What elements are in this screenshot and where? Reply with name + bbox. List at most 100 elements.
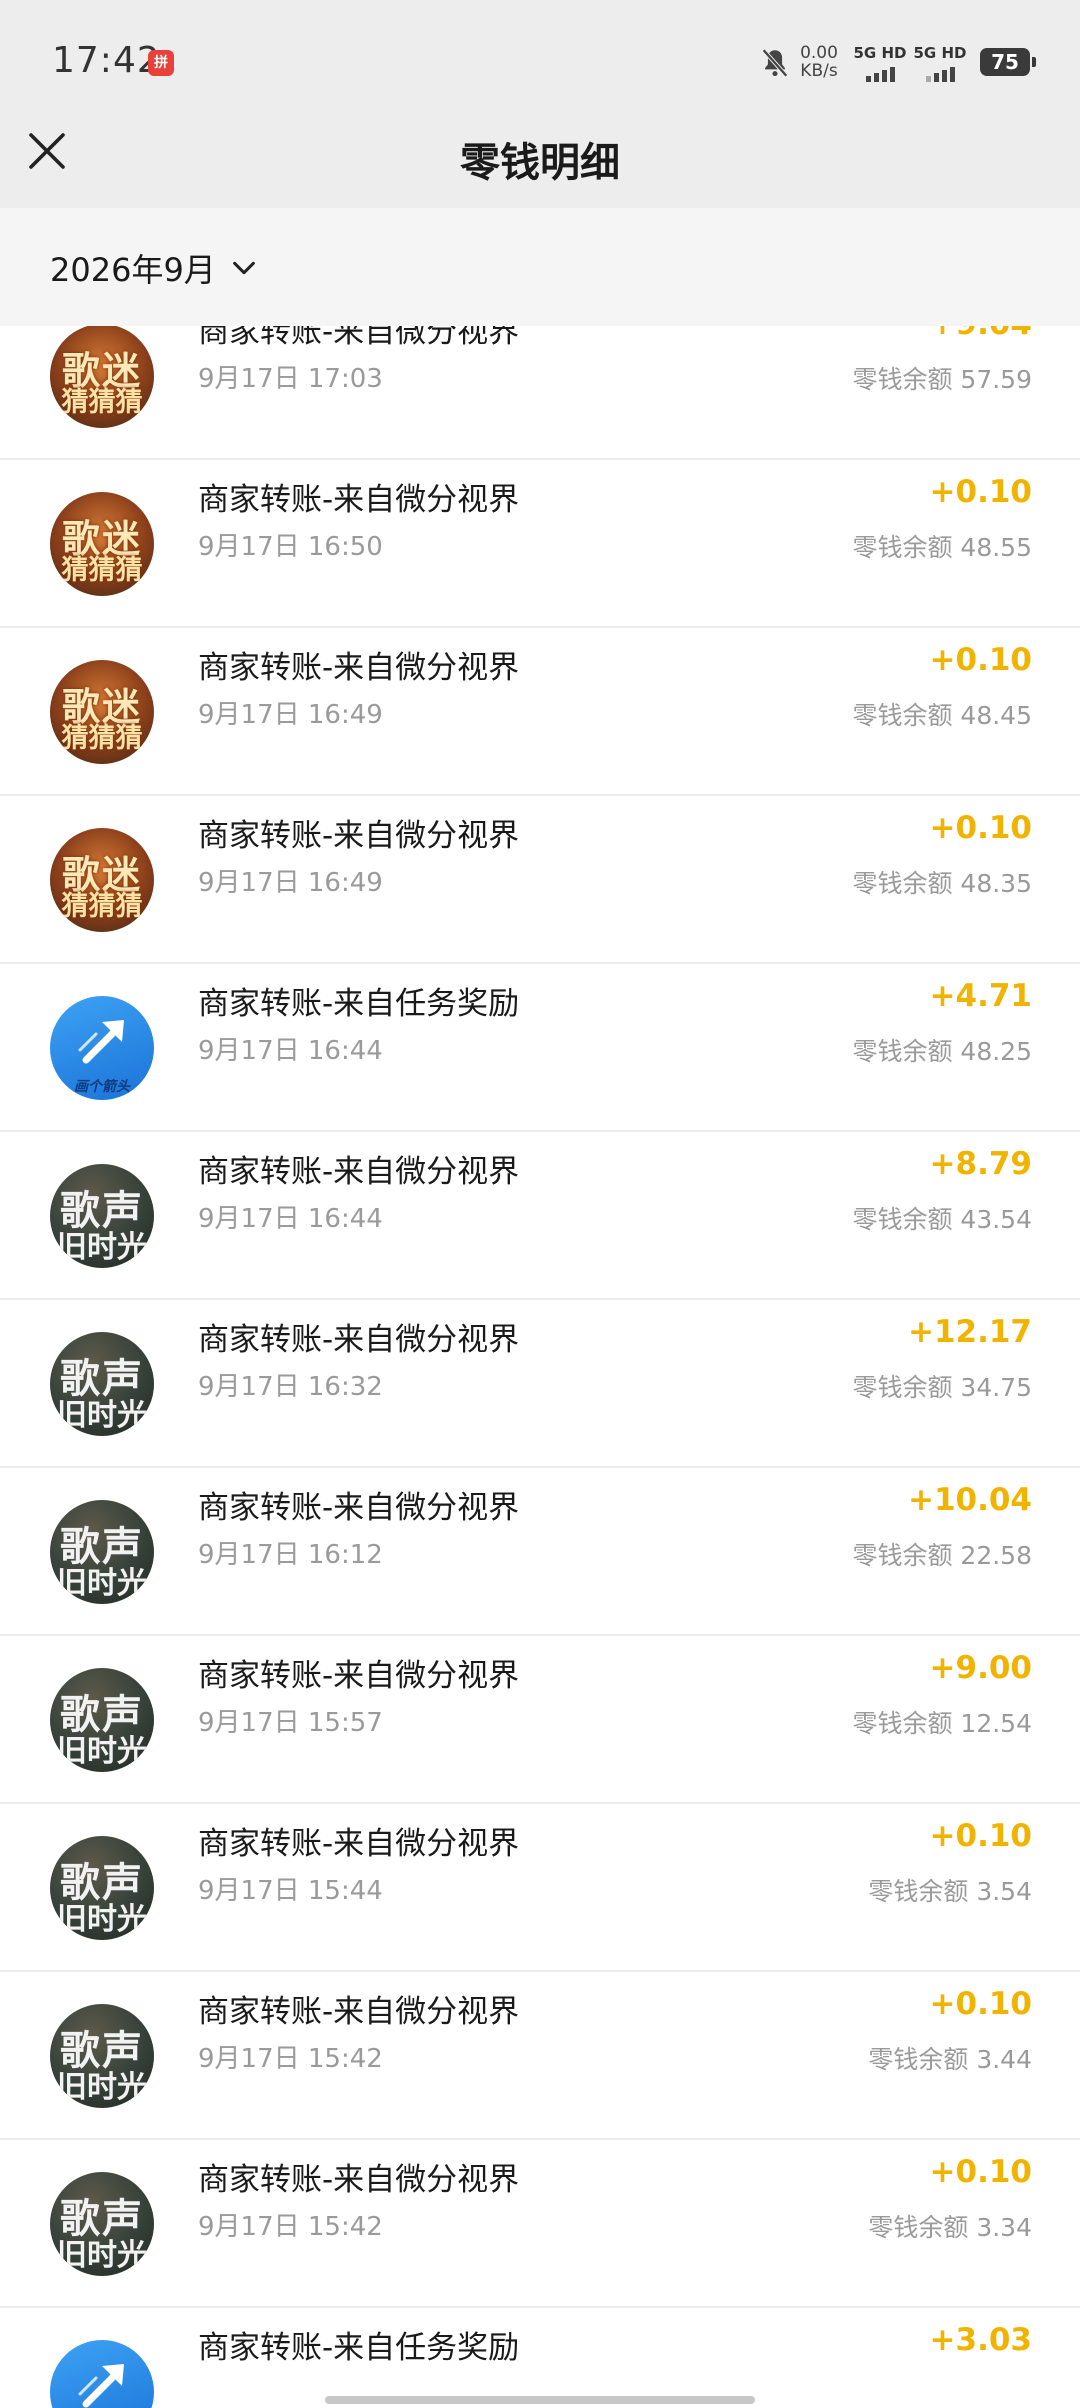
avatar-text-line-2: 旧时光 <box>57 1566 147 1601</box>
transaction-row[interactable]: 歌声 旧时光 商家转账-来自微分视界 9月17日 15:57 +9.00 零钱余额 12.… <box>0 1636 1080 1804</box>
balance-after: 零钱余额 48.35 <box>852 869 1032 898</box>
transaction-time: 9月17日 15:44 <box>198 1876 383 1906</box>
transaction-title: 商家转账-来自微分视界 <box>198 1490 520 1526</box>
transaction-amount: +8.79 <box>929 1146 1032 1182</box>
transaction-amount: +0.10 <box>929 1818 1032 1854</box>
transaction-amount: +0.10 <box>929 2154 1032 2190</box>
transaction-row[interactable]: 歌声 旧时光 商家转账-来自微分视界 9月17日 16:44 +8.79 零钱余额 43.… <box>0 1132 1080 1300</box>
transaction-amount: +9.00 <box>929 1650 1032 1686</box>
avatar-text-line-2: 旧时光 <box>57 1902 147 1937</box>
transaction-row[interactable]: 画个箭头 商家转账-来自任务奖励 9月17日 16:44 +4.71 零钱余额 48.2… <box>0 964 1080 1132</box>
transaction-title: 商家转账-来自微分视界 <box>198 1994 520 2030</box>
avatar-text-line-2: 画个箭头 <box>74 1079 130 1095</box>
transaction-time: 9月17日 16:50 <box>198 532 383 562</box>
balance-after: 零钱余额 3.34 <box>868 2213 1032 2242</box>
signal-bars-icon <box>912 66 968 82</box>
transaction-amount: +9.04 <box>930 326 1032 342</box>
transaction-time: 9月17日 15:42 <box>198 2212 383 2242</box>
merchant-avatar-icon: 歌迷 猜猜猜 <box>50 492 154 596</box>
signal-1-label: 5G HD <box>853 44 907 62</box>
transaction-title: 商家转账-来自微分视界 <box>198 1658 520 1694</box>
transaction-time: 9月17日 15:57 <box>198 1708 383 1738</box>
merchant-avatar-icon: 歌声 旧时光 <box>50 2004 154 2108</box>
transaction-row[interactable]: 歌声 旧时光 商家转账-来自微分视界 9月17日 16:12 +10.04 零钱余额 22… <box>0 1468 1080 1636</box>
transaction-title: 商家转账-来自任务奖励 <box>198 986 520 1022</box>
balance-after: 零钱余额 57.59 <box>852 365 1032 394</box>
merchant-avatar-icon: 歌声 旧时光 <box>50 1332 154 1436</box>
transaction-time: 9月17日 15:42 <box>198 2044 383 2074</box>
transaction-time: 9月17日 16:12 <box>198 1540 383 1570</box>
avatar-text-line-2: 猜猜猜 <box>61 555 143 586</box>
transaction-row[interactable]: 歌声 旧时光 商家转账-来自微分视界 9月17日 15:42 +0.10 零钱余额 3.4… <box>0 1972 1080 2140</box>
merchant-avatar-icon: 歌声 旧时光 <box>50 1500 154 1604</box>
transaction-time: 9月17日 16:44 <box>198 1036 383 1066</box>
network-speed-unit: KB/s <box>800 61 838 81</box>
balance-after: 零钱余额 34.75 <box>852 1373 1032 1402</box>
merchant-avatar-icon: 歌迷 猜猜猜 <box>50 828 154 932</box>
status-time: 17:42 <box>52 40 161 81</box>
transaction-row[interactable]: 歌迷 猜猜猜 商家转账-来自微分视界 9月17日 16:50 +0.10 零钱余额 48.… <box>0 460 1080 628</box>
transaction-title: 商家转账-来自微分视界 <box>198 650 520 686</box>
avatar-text-line-2: 猜猜猜 <box>61 723 143 754</box>
transaction-row[interactable]: 歌迷猜猜猜 商家转账-来自微分视界 9月17日 17:03 +9.04 零钱余额 57.… <box>0 326 1080 460</box>
transaction-row[interactable]: 歌声 旧时光 商家转账-来自微分视界 9月17日 15:42 +0.10 零钱余额 3.3… <box>0 2140 1080 2308</box>
transaction-amount: +0.10 <box>929 1986 1032 2022</box>
balance-after: 零钱余额 48.45 <box>852 701 1032 730</box>
network-speed: 0.00 KB/s <box>796 44 842 80</box>
signal-2-label: 5G HD <box>913 44 967 62</box>
balance-after: 零钱余额 43.54 <box>852 1205 1032 1234</box>
merchant-avatar-icon: 歌声 旧时光 <box>50 1668 154 1772</box>
page-title: 零钱明细 <box>460 140 620 186</box>
avatar-text-line-2: 猜猜猜 <box>61 891 143 922</box>
avatar-text-line-2: 旧时光 <box>57 1398 147 1433</box>
transaction-list[interactable]: 歌迷猜猜猜商家转账-来自微分视界9月17日 17:03+9.04零钱余额 57.… <box>0 326 1080 2408</box>
balance-after: 零钱余额 48.55 <box>852 533 1032 562</box>
transaction-row[interactable]: 画个箭头 商家转账-来自任务奖励 +3.03 <box>0 2308 1080 2408</box>
transaction-title: 商家转账-来自任务奖励 <box>198 2330 520 2366</box>
merchant-avatar-icon: 歌声 旧时光 <box>50 1836 154 1940</box>
transaction-title: 商家转账-来自微分视界 <box>198 1826 520 1862</box>
transaction-title: 商家转账-来自微分视界 <box>198 326 520 350</box>
balance-after: 零钱余额 12.54 <box>852 1709 1032 1738</box>
month-label: 2026年9月 <box>50 251 216 289</box>
month-selector[interactable]: 2026年9月 <box>50 246 258 290</box>
transaction-title: 商家转账-来自微分视界 <box>198 1322 520 1358</box>
transaction-amount: +0.10 <box>929 810 1032 846</box>
avatar-text-line-2: 旧时光 <box>57 1734 147 1769</box>
avatar-text-line-2: 旧时光 <box>57 2070 147 2105</box>
transaction-row[interactable]: 歌声 旧时光 商家转账-来自微分视界 9月17日 16:32 +12.17 零钱余额 34… <box>0 1300 1080 1468</box>
arrow-icon <box>78 1020 124 1064</box>
transaction-title: 商家转账-来自微分视界 <box>198 1154 520 1190</box>
avatar-text-line-2: 旧时光 <box>57 1230 147 1265</box>
task-reward-avatar-icon: 画个箭头 <box>50 996 154 1100</box>
transaction-time: 9月17日 16:32 <box>198 1372 383 1402</box>
status-indicators: 0.00 KB/s 5G HD 5G HD 75 <box>730 40 1036 84</box>
transaction-title: 商家转账-来自微分视界 <box>198 482 520 518</box>
task-reward-avatar-icon: 画个箭头 <box>50 2340 154 2408</box>
balance-after: 零钱余额 22.58 <box>852 1541 1032 1570</box>
mute-bell-icon <box>762 48 788 78</box>
transaction-amount: +0.10 <box>929 474 1032 510</box>
transaction-time: 9月17日 17:03 <box>198 364 383 394</box>
transaction-amount: +12.17 <box>907 1314 1032 1350</box>
transaction-row[interactable]: 歌声 旧时光 商家转账-来自微分视界 9月17日 15:44 +0.10 零钱余额 3.5… <box>0 1804 1080 1972</box>
transaction-row[interactable]: 歌迷 猜猜猜 商家转账-来自微分视界 9月17日 16:49 +0.10 零钱余额 48.… <box>0 796 1080 964</box>
signal-1: 5G HD <box>852 44 908 82</box>
transaction-list-inner: 歌迷猜猜猜商家转账-来自微分视界9月17日 17:03+9.04零钱余额 57.… <box>0 326 1080 2408</box>
transaction-time: 9月17日 16:44 <box>198 1204 383 1234</box>
balance-after: 零钱余额 3.54 <box>868 1877 1032 1906</box>
chevron-down-icon <box>232 261 255 275</box>
merchant-avatar-icon: 歌迷 猜猜猜 <box>50 326 154 428</box>
transaction-time: 9月17日 16:49 <box>198 868 383 898</box>
transaction-title: 商家转账-来自微分视界 <box>198 818 520 854</box>
signal-bars-icon <box>852 66 908 82</box>
network-speed-value: 0.00 <box>800 43 838 63</box>
status-bar: 17:42 拼 0.00 KB/s 5G HD 5G HD 75 <box>0 0 1080 126</box>
transaction-amount: +3.03 <box>929 2322 1032 2358</box>
transaction-title: 商家转账-来自微分视界 <box>198 2162 520 2198</box>
transaction-row[interactable]: 歌迷 猜猜猜 商家转账-来自微分视界 9月17日 16:49 +0.10 零钱余额 48.… <box>0 628 1080 796</box>
signal-2: 5G HD <box>912 44 968 82</box>
home-indicator[interactable] <box>325 2396 755 2404</box>
merchant-avatar-icon: 歌迷 猜猜猜 <box>50 660 154 764</box>
transaction-amount: +10.04 <box>907 1482 1032 1518</box>
